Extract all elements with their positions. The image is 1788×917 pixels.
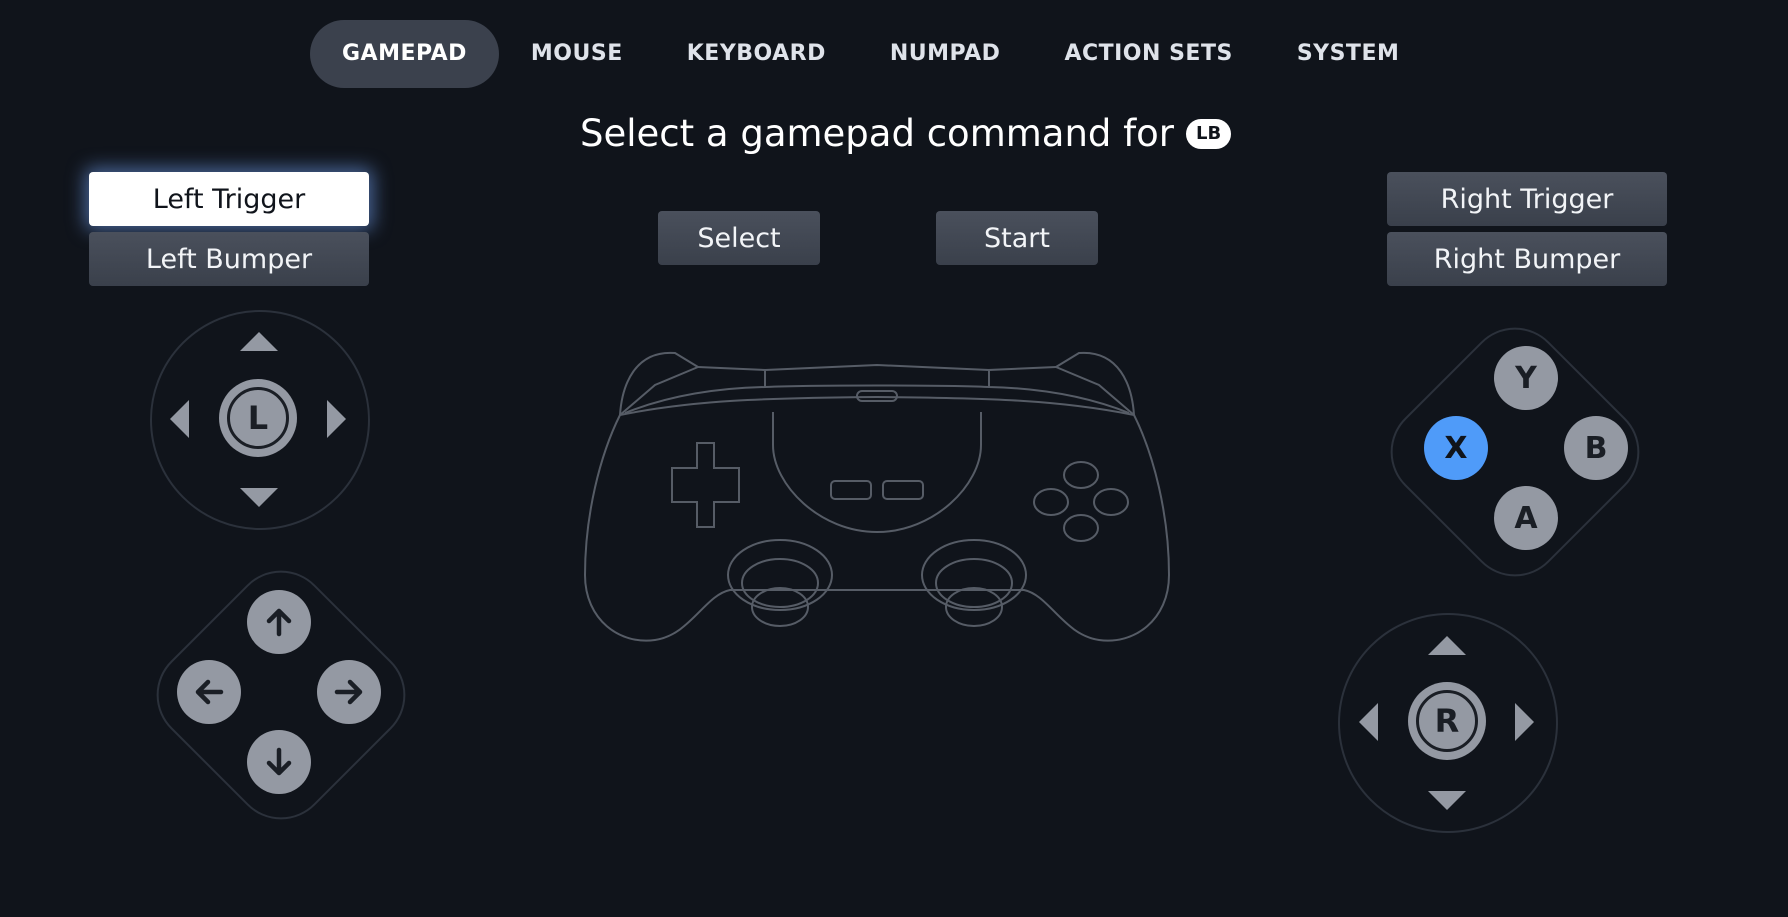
face-button-b[interactable]: B (1564, 416, 1628, 480)
left-stick-right-icon[interactable] (327, 400, 346, 438)
tab-numpad[interactable]: NUMPAD (858, 20, 1033, 88)
tab-system[interactable]: SYSTEM (1265, 20, 1432, 88)
left-trigger-button[interactable]: Left Trigger (89, 172, 369, 226)
right-stick-right-icon[interactable] (1515, 703, 1534, 741)
right-stick-label: R (1416, 690, 1478, 752)
left-stick-left-icon[interactable] (170, 400, 189, 438)
arrow-down-icon (266, 747, 292, 776)
tab-keyboard[interactable]: KEYBOARD (655, 20, 858, 88)
lb-key-badge: LB (1186, 118, 1232, 149)
page-title: Select a gamepad command for LB (580, 112, 1232, 155)
face-button-a[interactable]: A (1494, 486, 1558, 550)
select-button[interactable]: Select (658, 211, 820, 265)
left-stick-up-icon[interactable] (240, 332, 278, 351)
controller-outline-icon (583, 351, 1171, 642)
tab-bar: GAMEPAD MOUSE KEYBOARD NUMPAD ACTION SET… (310, 20, 1431, 88)
dpad-down-button[interactable] (247, 730, 311, 794)
right-stick-up-icon[interactable] (1428, 636, 1466, 655)
tab-gamepad[interactable]: GAMEPAD (310, 20, 499, 88)
face-button-y[interactable]: Y (1494, 346, 1558, 410)
right-bumper-button[interactable]: Right Bumper (1387, 232, 1667, 286)
right-stick-down-icon[interactable] (1428, 791, 1466, 810)
left-stick-down-icon[interactable] (240, 488, 278, 507)
start-button[interactable]: Start (936, 211, 1098, 265)
left-bumper-button[interactable]: Left Bumper (89, 232, 369, 286)
dpad-right-button[interactable] (317, 660, 381, 724)
right-trigger-button[interactable]: Right Trigger (1387, 172, 1667, 226)
right-stick-click-button[interactable]: R (1408, 682, 1486, 760)
arrow-right-icon (334, 679, 363, 705)
right-stick-left-icon[interactable] (1359, 703, 1378, 741)
arrow-left-icon (195, 679, 224, 705)
tab-action-sets[interactable]: ACTION SETS (1032, 20, 1264, 88)
left-stick-label: L (227, 387, 289, 449)
face-button-x[interactable]: X (1424, 416, 1488, 480)
arrow-up-icon (266, 608, 292, 637)
dpad-left-button[interactable] (177, 660, 241, 724)
left-stick-click-button[interactable]: L (219, 379, 297, 457)
dpad-up-button[interactable] (247, 590, 311, 654)
tab-mouse[interactable]: MOUSE (499, 20, 655, 88)
prompt-text: Select a gamepad command for (580, 112, 1175, 155)
